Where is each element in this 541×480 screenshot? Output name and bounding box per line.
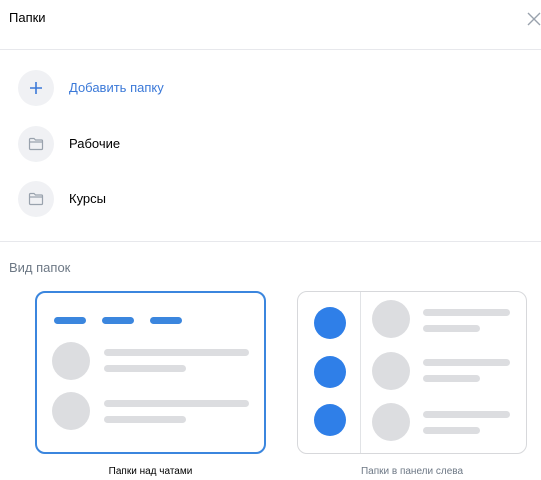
folder-placeholder bbox=[314, 356, 346, 388]
text-line-placeholder bbox=[423, 309, 510, 316]
folder-label: Курсы bbox=[69, 191, 107, 206]
view-option-label: Папки в панели слева bbox=[360, 466, 464, 477]
view-option-folders-left-panel[interactable] bbox=[297, 291, 527, 454]
plus-icon bbox=[18, 70, 54, 106]
text-line-placeholder bbox=[104, 400, 249, 407]
close-icon[interactable] bbox=[527, 12, 541, 26]
view-option-folders-above-chats[interactable] bbox=[35, 291, 266, 454]
folder-placeholder bbox=[314, 404, 346, 436]
tab-placeholder bbox=[102, 317, 134, 324]
panel-title: Папки bbox=[9, 10, 46, 25]
add-folder-button[interactable]: Добавить папку bbox=[18, 70, 518, 106]
folder-view-heading: Вид папок bbox=[9, 260, 71, 275]
avatar-placeholder bbox=[372, 403, 410, 441]
folder-item-courses[interactable]: Курсы bbox=[18, 181, 518, 217]
section-divider bbox=[0, 241, 541, 242]
text-line-placeholder bbox=[423, 427, 480, 434]
folder-item-work[interactable]: Рабочие bbox=[18, 126, 518, 162]
text-line-placeholder bbox=[423, 325, 480, 332]
avatar-placeholder bbox=[52, 392, 90, 430]
text-line-placeholder bbox=[104, 416, 186, 423]
folder-icon bbox=[18, 181, 54, 217]
text-line-placeholder bbox=[423, 375, 480, 382]
add-folder-label: Добавить папку bbox=[69, 80, 164, 95]
avatar-placeholder bbox=[372, 352, 410, 390]
panel-divider bbox=[360, 292, 361, 453]
avatar-placeholder bbox=[52, 342, 90, 380]
folder-label: Рабочие bbox=[69, 136, 121, 151]
tab-placeholder bbox=[150, 317, 182, 324]
folders-panel: Папки Добавить папку Рабочие Курсы Вид п… bbox=[0, 0, 541, 480]
avatar-placeholder bbox=[372, 300, 410, 338]
panel-header: Папки bbox=[0, 0, 541, 50]
text-line-placeholder bbox=[104, 349, 249, 356]
text-line-placeholder bbox=[423, 359, 510, 366]
text-line-placeholder bbox=[104, 365, 186, 372]
text-line-placeholder bbox=[423, 411, 510, 418]
folder-icon bbox=[18, 126, 54, 162]
view-option-label: Папки над чатами bbox=[108, 466, 193, 477]
tab-placeholder bbox=[54, 317, 86, 324]
folder-placeholder bbox=[314, 307, 346, 339]
